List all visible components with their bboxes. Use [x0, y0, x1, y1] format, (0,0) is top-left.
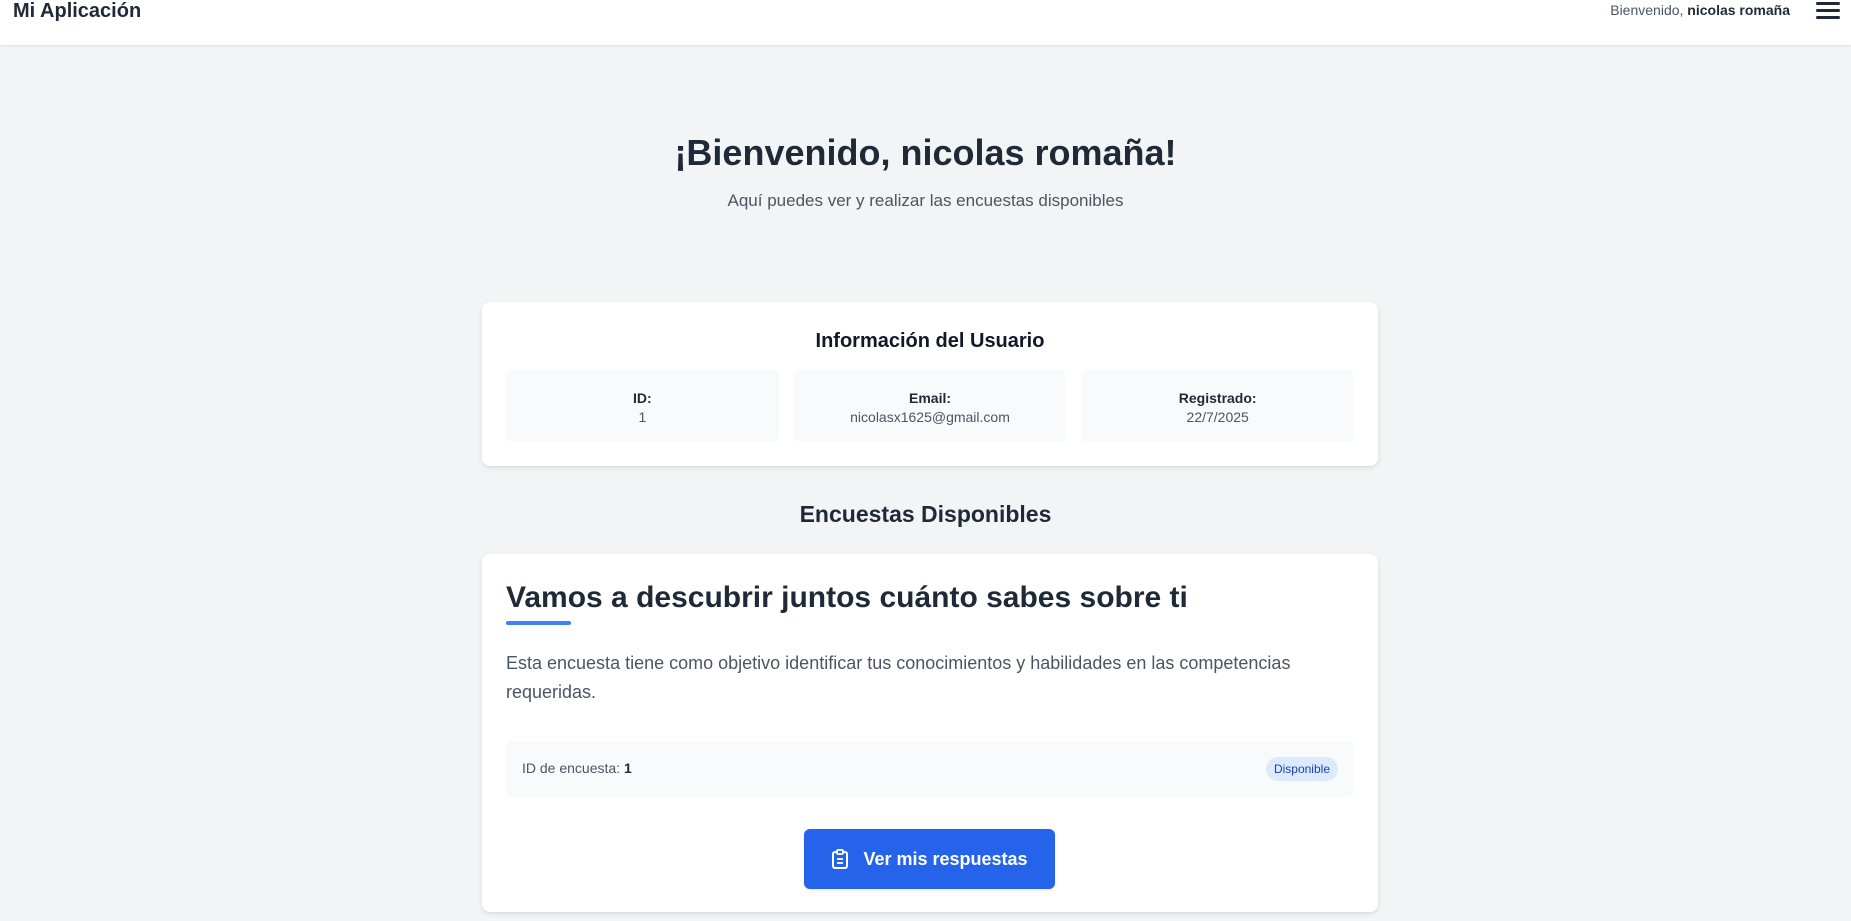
user-id-label: ID: [633, 390, 652, 406]
view-responses-label: Ver mis respuestas [863, 848, 1028, 869]
user-email-box: Email: nicolasx1625@gmail.com [793, 370, 1067, 442]
user-registered-label: Registrado: [1178, 390, 1257, 406]
user-id-value: 1 [638, 409, 647, 425]
user-id-box: ID: 1 [506, 370, 779, 442]
user-registered-box: Registrado: 22/7/2025 [1081, 370, 1355, 442]
surveys-section-title: Encuestas Disponibles [799, 501, 1052, 527]
menu-line [1816, 9, 1840, 12]
survey-id: ID de encuesta: 1 [522, 760, 632, 776]
survey-title: Vamos a descubrir juntos cuánto sabes so… [506, 581, 1188, 614]
user-info-grid: ID: 1 Email: nicolasx1625@gmail.com Regi… [506, 370, 1355, 442]
welcome-prefix: Bienvenido, [1610, 2, 1684, 18]
clipboard-icon [832, 849, 849, 869]
survey-meta-row: ID de encuesta: 1 Disponible [506, 741, 1354, 797]
welcome-user-text: Bienvenido, nicolas romaña [1610, 2, 1790, 18]
header-user-name: nicolas romaña [1687, 2, 1790, 18]
hamburger-menu-icon[interactable] [1813, 0, 1843, 22]
menu-line [1816, 2, 1840, 5]
user-email-label: Email: [909, 390, 952, 406]
survey-description: Esta encuesta tiene como objetivo identi… [506, 653, 1291, 702]
user-info-title: Información del Usuario [815, 330, 1045, 352]
user-info-card: Información del Usuario ID: 1 Email: nic… [482, 302, 1378, 466]
survey-id-value: 1 [623, 760, 632, 776]
menu-line [1816, 16, 1840, 19]
page-subtitle: Aquí puedes ver y realizar las encuestas… [727, 191, 1124, 210]
status-badge: Disponible [1265, 757, 1338, 781]
view-responses-button[interactable]: Ver mis respuestas [804, 829, 1055, 889]
top-navbar: Mi Aplicación Bienvenido, nicolas romaña [0, 0, 1851, 46]
page-title: ¡Bienvenido, nicolas romaña! [674, 132, 1177, 173]
survey-card: Vamos a descubrir juntos cuánto sabes so… [482, 554, 1378, 912]
user-registered-value: 22/7/2025 [1186, 409, 1249, 425]
user-email-value: nicolasx1625@gmail.com [850, 409, 1010, 425]
app-brand[interactable]: Mi Aplicación [13, 0, 141, 22]
survey-id-label: ID de encuesta: [522, 760, 621, 776]
survey-title-underline [506, 621, 571, 625]
